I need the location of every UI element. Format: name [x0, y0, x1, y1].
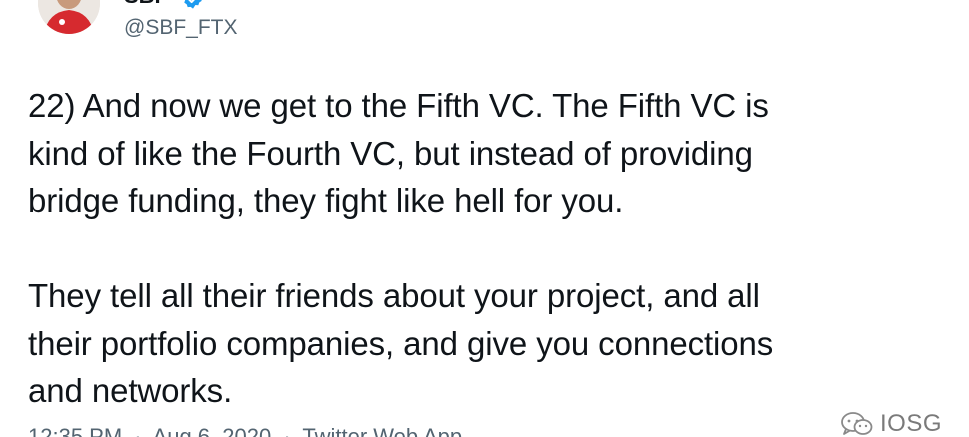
tweet-text: 22) And now we get to the Fifth VC. The …: [28, 82, 928, 415]
user-handle[interactable]: @SBF_FTX: [124, 16, 238, 40]
tweet-paragraph-1: 22) And now we get to the Fifth VC. The …: [28, 87, 769, 219]
verified-badge-icon: [184, 0, 202, 9]
avatar[interactable]: [38, 0, 100, 34]
watermark-text: IOSG: [880, 410, 943, 437]
tweet-header: SBF @SBF_FTX: [0, 0, 969, 60]
watermark: IOSG: [840, 410, 942, 437]
tweet-time[interactable]: 12:35 PM: [28, 424, 122, 437]
display-name[interactable]: SBF: [124, 0, 168, 9]
meta-separator: ·: [134, 424, 142, 437]
meta-separator: ·: [283, 424, 291, 437]
tweet-metadata: 12:35 PM · Aug 6, 2020 · Twitter Web App: [28, 424, 462, 437]
tweet-source[interactable]: Twitter Web App: [302, 424, 462, 437]
wechat-icon: [841, 412, 873, 435]
tweet-paragraph-2: They tell all their friends about your p…: [28, 277, 774, 409]
tweet-date[interactable]: Aug 6, 2020: [153, 424, 272, 437]
profile-photo-icon: [38, 0, 100, 34]
